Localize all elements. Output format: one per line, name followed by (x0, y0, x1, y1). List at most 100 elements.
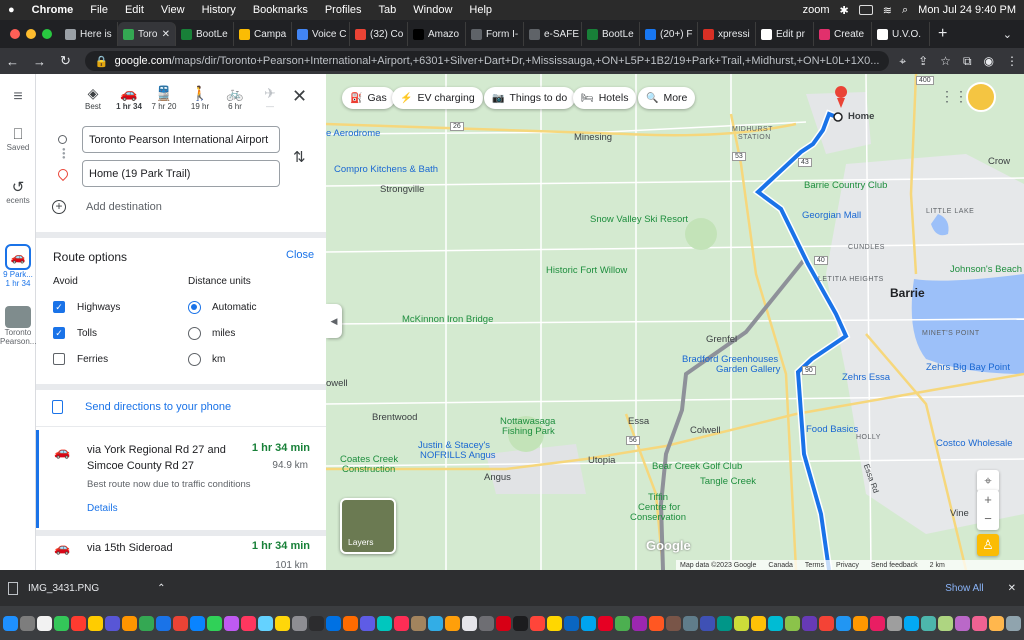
close-directions-icon[interactable]: ✕ (292, 86, 307, 107)
map-label[interactable]: MINET'S POINT (922, 330, 980, 337)
add-destination-button[interactable]: + Add destination (52, 200, 162, 214)
dock-app-icon[interactable] (190, 615, 205, 631)
map-label[interactable]: Bear Creek Golf Club (652, 461, 742, 472)
dock-app-icon[interactable] (360, 615, 375, 631)
browser-tab[interactable]: (20+) F (640, 22, 698, 46)
dock-app-icon[interactable] (564, 615, 579, 631)
dock-app-icon[interactable] (275, 615, 290, 631)
menu-tab[interactable]: Tab (379, 4, 397, 16)
browser-tab[interactable]: e-SAFE (524, 22, 582, 46)
route-option-2[interactable]: 🚗 via 15th Sideroad 1 hr 34 min 101 km (36, 536, 326, 570)
dock-app-icon[interactable] (989, 615, 1004, 631)
dock-app-icon[interactable] (411, 615, 426, 631)
zoom-in-button[interactable]: + (977, 490, 999, 510)
saved-button[interactable]: ⎕ Saved (0, 126, 36, 152)
mode-transit[interactable]: 🚆 7 hr 20 (146, 84, 182, 111)
zoom-status[interactable]: zoom (803, 4, 830, 16)
forward-icon[interactable]: → (33, 54, 46, 69)
dock-app-icon[interactable] (241, 615, 256, 631)
dock-app-icon[interactable] (326, 615, 341, 631)
reload-icon[interactable]: ↻ (60, 53, 71, 69)
browser-tab[interactable]: Here is (60, 22, 118, 46)
dock-app-icon[interactable] (258, 615, 273, 631)
dock-app-icon[interactable] (530, 615, 545, 631)
close-download-shelf-icon[interactable]: ✕ (1008, 583, 1016, 594)
map-label[interactable]: Garden Gallery (716, 364, 780, 375)
dock-app-icon[interactable] (785, 615, 800, 631)
dock-app-icon[interactable] (615, 615, 630, 631)
dock-app-icon[interactable] (887, 615, 902, 631)
map-label[interactable]: Minesing (574, 132, 612, 143)
chip-things-to-do[interactable]: 📷 Things to do (484, 87, 576, 109)
zoom-window-button[interactable] (42, 29, 52, 39)
dock-app-icon[interactable] (734, 615, 749, 631)
browser-tab[interactable]: Campa (234, 22, 292, 46)
dock-app-icon[interactable] (428, 615, 443, 631)
recent-route-home[interactable]: 🚗 9 Park... 1 hr 34 (0, 244, 36, 288)
map-label[interactable]: Costco Wholesale (936, 438, 1013, 449)
map-label[interactable]: LETITIA HEIGHTS (818, 276, 884, 283)
dock-app-icon[interactable] (836, 615, 851, 631)
origin-input[interactable]: Toronto Pearson International Airport (82, 126, 280, 153)
dock-app-icon[interactable] (207, 615, 222, 631)
route-details-link[interactable]: Details (87, 503, 118, 514)
send-to-phone-button[interactable]: Send directions to your phone (52, 400, 231, 414)
dock-app-icon[interactable] (904, 615, 919, 631)
download-menu-chevron-icon[interactable]: ⌃ (157, 583, 165, 594)
tab-search-icon[interactable]: ⌄ (1003, 28, 1024, 41)
datetime[interactable]: Mon Jul 24 9:40 PM (918, 4, 1016, 16)
dock-app-icon[interactable] (921, 615, 936, 631)
map-label[interactable]: Utopia (588, 455, 615, 466)
map-label[interactable]: Strongville (380, 184, 424, 195)
map-label[interactable]: NOFRILLS Angus (420, 450, 496, 461)
bluetooth-icon[interactable]: ✱ (840, 4, 849, 17)
dock-app-icon[interactable] (802, 615, 817, 631)
dock-app-icon[interactable] (88, 615, 103, 631)
map-label[interactable]: Grenfel (706, 334, 737, 345)
apple-icon[interactable]: ● (8, 4, 15, 16)
battery-icon[interactable] (858, 5, 873, 15)
map-label[interactable]: Snow Valley Ski Resort (590, 214, 688, 225)
dock-app-icon[interactable] (20, 615, 35, 631)
dock-app-icon[interactable] (938, 615, 953, 631)
map-label[interactable]: Fishing Park (502, 426, 555, 437)
show-all-downloads-button[interactable]: Show All (945, 583, 983, 594)
share-icon[interactable]: ⇪ (918, 54, 928, 69)
map-label[interactable]: Barrie (890, 286, 925, 300)
mode-cycling[interactable]: 🚲 6 hr (217, 84, 253, 111)
menu-view[interactable]: View (161, 4, 185, 16)
pegman-icon[interactable]: ♙ (977, 534, 999, 556)
dock-app-icon[interactable] (649, 615, 664, 631)
location-icon[interactable]: ⌖ (899, 54, 906, 69)
map-label[interactable]: owell (326, 378, 348, 389)
dock-app-icon[interactable] (224, 615, 239, 631)
map-label[interactable]: CUNDLES (848, 244, 885, 251)
dock-app-icon[interactable] (1006, 615, 1021, 631)
destination-input[interactable]: Home (19 Park Trail) (82, 160, 280, 187)
dock-app-icon[interactable] (700, 615, 715, 631)
browser-tab[interactable]: U.V.O. (872, 22, 930, 46)
dock-app-icon[interactable] (768, 615, 783, 631)
menu-edit[interactable]: Edit (125, 4, 144, 16)
browser-tab[interactable]: BootLe (582, 22, 640, 46)
dock-app-icon[interactable] (292, 615, 307, 631)
dock-app-icon[interactable] (513, 615, 528, 631)
dock-app-icon[interactable] (105, 615, 120, 631)
browser-tab[interactable]: BootLe (176, 22, 234, 46)
map-label[interactable]: Georgian Mall (802, 210, 861, 221)
dock-app-icon[interactable] (343, 615, 358, 631)
menu-file[interactable]: File (90, 4, 108, 16)
browser-tab[interactable]: xpressi (698, 22, 756, 46)
menu-bookmarks[interactable]: Bookmarks (253, 4, 308, 16)
avoid-tolls-checkbox[interactable]: ✓ (53, 327, 65, 339)
dock-app-icon[interactable] (751, 615, 766, 631)
dock-app-icon[interactable] (547, 615, 562, 631)
map-label[interactable]: Vine (950, 508, 969, 519)
chrome-menu-icon[interactable]: ⋮ (1006, 54, 1018, 69)
map-label[interactable]: Crow (988, 156, 1010, 167)
dock-app-icon[interactable] (666, 615, 681, 631)
avoid-ferries-checkbox[interactable] (53, 353, 65, 365)
route-options-close-button[interactable]: Close (286, 249, 314, 261)
layers-button[interactable]: Layers (340, 498, 396, 554)
map-label[interactable]: LITTLE LAKE (926, 208, 974, 215)
